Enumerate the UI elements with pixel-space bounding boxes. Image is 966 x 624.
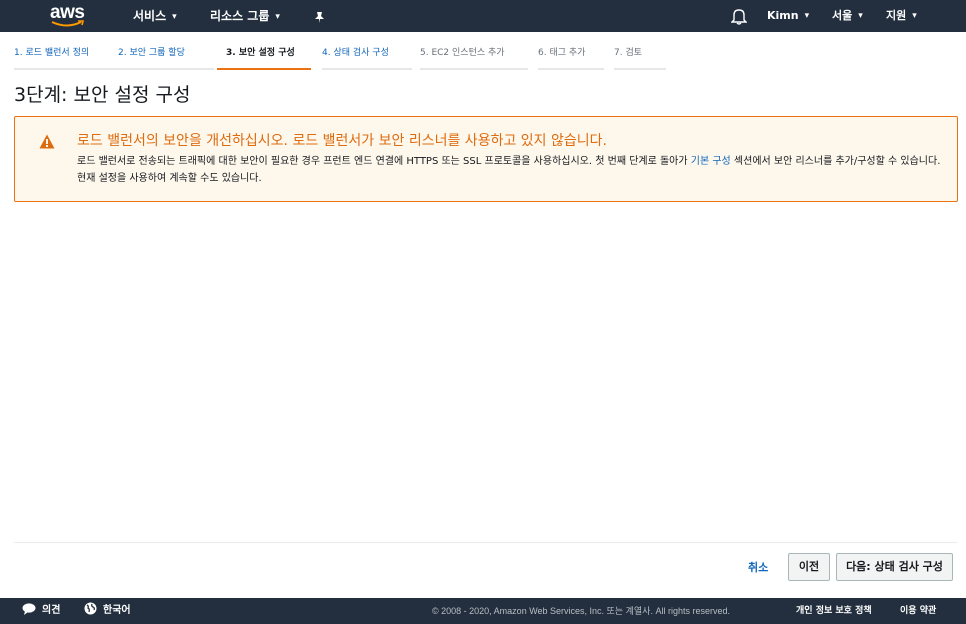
- warning-body-text: 로드 밸런서로 전송되는 트래픽에 대한 보안이 필요한 경우 프런트 엔드 연…: [77, 156, 691, 167]
- region-menu[interactable]: 서울 ▾: [832, 0, 863, 32]
- chevron-down-icon: ▾: [172, 12, 177, 22]
- tab-step-3[interactable]: 3. 보안 설정 구성: [217, 44, 311, 70]
- user-label: Kimn: [767, 9, 799, 22]
- feedback-button[interactable]: 의견: [22, 598, 60, 624]
- language-button[interactable]: 한국어: [84, 598, 131, 624]
- actions-divider: [14, 542, 958, 543]
- chevron-down-icon: ▾: [858, 11, 863, 21]
- pin-icon[interactable]: [313, 9, 326, 28]
- feedback-label: 의견: [42, 605, 61, 616]
- tab-step-7-label: 7. 검토: [614, 48, 643, 58]
- resource-groups-label: 리소스 그룹: [210, 9, 270, 23]
- tab-step-5-label: 5. EC2 인스턴스 추가: [420, 48, 505, 58]
- tab-step-3-label: 3. 보안 설정 구성: [226, 48, 295, 58]
- support-label: 지원: [886, 9, 907, 22]
- resource-groups-menu[interactable]: 리소스 그룹 ▾: [210, 0, 280, 32]
- globe-icon: [84, 602, 97, 615]
- tab-step-4[interactable]: 4. 상태 검사 구성: [322, 44, 412, 70]
- user-menu[interactable]: Kimn ▾: [767, 0, 809, 32]
- bell-icon[interactable]: [730, 7, 748, 29]
- chevron-down-icon: ▾: [912, 11, 917, 21]
- chevron-down-icon: ▾: [804, 11, 810, 21]
- speech-bubble-icon: [22, 603, 36, 615]
- tab-step-2[interactable]: 2. 보안 그룹 할당: [118, 44, 214, 70]
- warning-title: 로드 밸런서의 보안을 개선하십시오. 로드 밸런서가 보안 리스너를 사용하고…: [77, 133, 607, 149]
- top-navigation-bar: aws 서비스 ▾ 리소스 그룹 ▾ Kimn ▾ 서울 ▾ 지원 ▾: [0, 0, 966, 32]
- aws-logo[interactable]: aws: [50, 2, 86, 28]
- region-label: 서울: [832, 9, 853, 22]
- services-label: 서비스: [133, 9, 167, 23]
- tab-step-4-label: 4. 상태 검사 구성: [322, 48, 389, 58]
- chevron-down-icon: ▾: [275, 12, 280, 22]
- privacy-policy-link[interactable]: 개인 정보 보호 정책: [796, 598, 872, 624]
- terms-link[interactable]: 이용 약관: [900, 598, 936, 624]
- previous-button[interactable]: 이전: [788, 553, 830, 581]
- language-label: 한국어: [103, 605, 131, 616]
- tab-step-7: 7. 검토: [614, 44, 666, 70]
- security-warning-alert: 로드 밸런서의 보안을 개선하십시오. 로드 밸런서가 보안 리스너를 사용하고…: [14, 116, 958, 202]
- basic-config-link[interactable]: 기본 구성: [691, 156, 731, 167]
- warning-icon: [39, 134, 55, 153]
- services-menu[interactable]: 서비스 ▾: [133, 0, 177, 32]
- tab-step-2-label: 2. 보안 그룹 할당: [118, 48, 185, 58]
- page-title: 3단계: 보안 설정 구성: [14, 84, 191, 106]
- tab-step-6-label: 6. 태그 추가: [538, 48, 586, 58]
- cancel-button[interactable]: 취소: [748, 556, 768, 580]
- tab-step-1-label: 1. 로드 밸런서 정의: [14, 48, 90, 58]
- tab-step-6: 6. 태그 추가: [538, 44, 604, 70]
- warning-body: 로드 밸런서로 전송되는 트래픽에 대한 보안이 필요한 경우 프런트 엔드 연…: [77, 153, 943, 187]
- bottom-bar: 의견 한국어 © 2008 - 2020, Amazon Web Service…: [0, 598, 966, 624]
- copyright-text: © 2008 - 2020, Amazon Web Services, Inc.…: [432, 606, 730, 616]
- support-menu[interactable]: 지원 ▾: [886, 0, 917, 32]
- tab-step-1[interactable]: 1. 로드 밸런서 정의: [14, 44, 118, 70]
- aws-smile-icon: [51, 20, 85, 27]
- tab-step-5: 5. EC2 인스턴스 추가: [420, 44, 528, 70]
- next-button[interactable]: 다음: 상태 검사 구성: [836, 553, 953, 581]
